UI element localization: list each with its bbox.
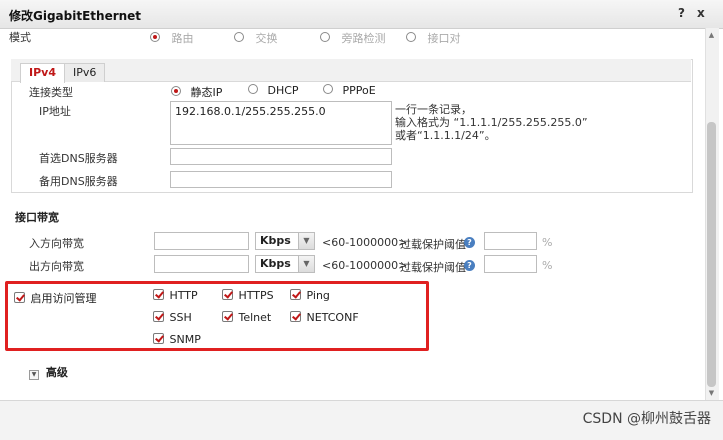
mode-label: 模式: [9, 31, 31, 44]
dns2-label: 备用DNS服务器: [39, 175, 118, 188]
checkbox-icon: [290, 289, 301, 300]
advanced-toggle[interactable]: ▼ 高级: [29, 364, 68, 380]
inbound-threshold-label: 过载保护阈值: [400, 238, 466, 251]
inbound-bandwidth-input[interactable]: [154, 232, 249, 250]
scroll-down-icon[interactable]: ▼: [707, 389, 716, 397]
service-telnet-checkbox[interactable]: Telnet: [222, 311, 271, 324]
ip-address-textarea[interactable]: 192.168.0.1/255.255.255.0: [170, 101, 392, 145]
watermark: CSDN @柳州鼓舌器: [582, 411, 711, 427]
mode-option-bypass[interactable]: 旁路检测: [320, 30, 386, 46]
service-ssh-checkbox[interactable]: SSH: [153, 311, 192, 324]
bandwidth-section-title: 接口带宽: [15, 211, 59, 224]
dns1-input[interactable]: [170, 148, 392, 165]
inbound-range: <60-1000000>: [322, 236, 408, 249]
service-snmp-checkbox[interactable]: SNMP: [153, 333, 201, 346]
dns2-input[interactable]: [170, 171, 392, 188]
radio-icon: [150, 32, 160, 42]
outbound-bandwidth-label: 出方向带宽: [29, 260, 84, 273]
checkbox-icon: [153, 289, 164, 300]
help-button[interactable]: ?: [678, 6, 685, 20]
radio-icon: [323, 84, 333, 94]
mode-option-pair[interactable]: 接口对: [406, 30, 461, 46]
service-http-checkbox[interactable]: HTTP: [153, 289, 198, 302]
scrollbar-thumb[interactable]: [707, 122, 716, 387]
dialog-title: 修改GigabitEthernet: [9, 9, 142, 23]
checkbox-icon: [222, 289, 233, 300]
service-ping-checkbox[interactable]: Ping: [290, 289, 330, 302]
checkbox-icon: [153, 333, 164, 344]
tab-strip: [11, 59, 691, 82]
close-button[interactable]: x: [697, 6, 705, 20]
tab-ipv6[interactable]: IPv6: [64, 63, 106, 82]
outbound-threshold-input[interactable]: [484, 255, 537, 273]
chevron-down-icon: ▼: [298, 233, 314, 249]
chevron-down-icon: ▼: [298, 256, 314, 272]
inbound-bandwidth-label: 入方向带宽: [29, 237, 84, 250]
mode-option-route[interactable]: 路由: [150, 30, 194, 46]
inbound-unit-select[interactable]: Kbps ▼: [255, 232, 315, 250]
scroll-up-icon[interactable]: ▲: [707, 31, 716, 39]
radio-icon: [320, 32, 330, 42]
outbound-threshold-label: 过载保护阈值: [400, 261, 466, 274]
tab-ipv4[interactable]: IPv4: [20, 63, 65, 83]
info-icon[interactable]: ?: [464, 237, 475, 248]
checkbox-icon: [153, 311, 164, 322]
conn-type-dhcp[interactable]: DHCP: [248, 84, 299, 97]
radio-icon: [234, 32, 244, 42]
outbound-percent: %: [542, 259, 553, 272]
radio-icon: [171, 86, 181, 96]
checkbox-icon: [290, 311, 301, 322]
checkbox-icon: [14, 292, 25, 303]
ip-address-label: IP地址: [39, 105, 71, 118]
radio-icon: [248, 84, 258, 94]
ip-hint: 一行一条记录， 输入格式为 “1.1.1.1/255.255.255.0” 或者…: [395, 103, 588, 142]
inbound-percent: %: [542, 236, 553, 249]
service-https-checkbox[interactable]: HTTPS: [222, 289, 274, 302]
conn-type-pppoe[interactable]: PPPoE: [323, 84, 376, 97]
outbound-unit-select[interactable]: Kbps ▼: [255, 255, 315, 273]
inbound-threshold-input[interactable]: [484, 232, 537, 250]
outbound-bandwidth-input[interactable]: [154, 255, 249, 273]
conn-type-static[interactable]: 静态IP: [171, 84, 222, 100]
checkbox-icon: [222, 311, 233, 322]
dns1-label: 首选DNS服务器: [39, 152, 118, 165]
outbound-range: <60-1000000>: [322, 259, 408, 272]
triangle-down-icon: ▼: [29, 370, 39, 380]
conn-type-label: 连接类型: [29, 86, 73, 99]
service-netconf-checkbox[interactable]: NETCONF: [290, 311, 359, 324]
enable-access-checkbox[interactable]: 启用访问管理: [14, 290, 97, 306]
info-icon[interactable]: ?: [464, 260, 475, 271]
mode-option-switch[interactable]: 交换: [234, 30, 278, 46]
radio-icon: [406, 32, 416, 42]
